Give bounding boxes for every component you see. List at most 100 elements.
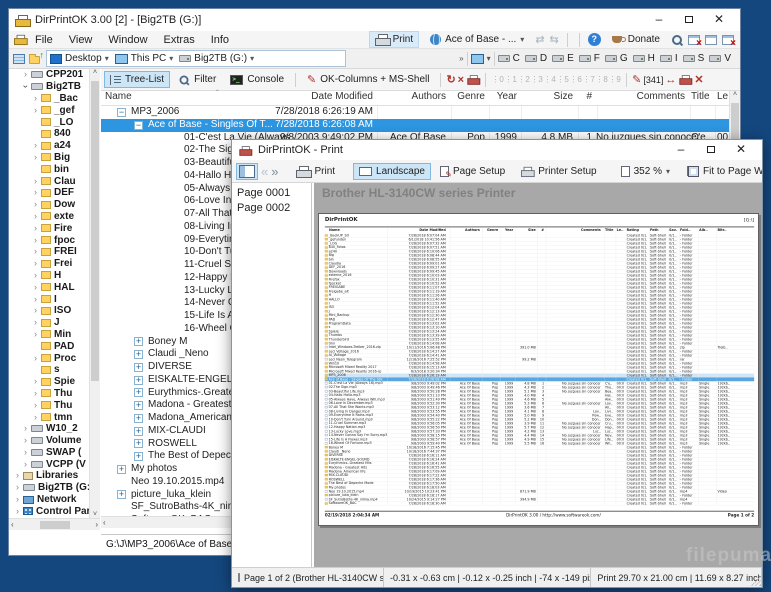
expand-box-icon[interactable]: + <box>134 388 143 397</box>
column-title[interactable]: Title <box>691 91 713 105</box>
tree-item[interactable]: › Spie <box>9 376 99 388</box>
fit-mode-dropdown[interactable]: Fit to Page Wi...▾ <box>682 163 762 180</box>
expand-box-icon[interactable]: + <box>134 427 143 436</box>
page-list-item[interactable]: Page 0001 <box>237 186 311 201</box>
tree-item[interactable]: bin <box>9 163 99 175</box>
clear-icon[interactable]: × <box>458 74 464 86</box>
expander-icon[interactable]: › <box>31 354 40 363</box>
expander-icon[interactable]: › <box>21 82 30 91</box>
column-preset-button[interactable]: ⋮6 <box>569 75 582 84</box>
previous-page-icon[interactable]: « <box>261 164 268 179</box>
columns-layout-icon[interactable] <box>13 54 25 64</box>
expander-icon[interactable]: › <box>13 483 22 492</box>
column-date[interactable]: Date Modified <box>261 91 373 105</box>
tree-item[interactable]: › Frei <box>9 258 99 270</box>
tree-item[interactable]: › Fire <box>9 222 99 234</box>
column-comments[interactable]: Comments <box>596 91 685 105</box>
console-button[interactable]: Console <box>224 71 290 88</box>
printer-setup-button[interactable]: Printer Setup <box>514 163 602 180</box>
expander-icon[interactable]: › <box>21 70 30 79</box>
expander-icon[interactable]: › <box>13 507 22 516</box>
print-button[interactable]: Print <box>369 31 420 48</box>
delete-icon[interactable]: ✕ <box>694 73 703 86</box>
tree-list-toggle[interactable]: Tree-List <box>104 71 170 88</box>
print-red-icon[interactable] <box>680 75 691 84</box>
expander-icon[interactable]: › <box>21 436 30 445</box>
tree-item[interactable]: › H <box>9 270 99 282</box>
close-all-windows-icon[interactable] <box>722 35 734 45</box>
maximize-button[interactable] <box>674 10 704 30</box>
expand-box-icon[interactable]: + <box>134 439 143 448</box>
this-pc-dropdown[interactable]: This PC▾ <box>115 53 174 64</box>
drive-button[interactable]: H <box>633 53 655 64</box>
expander-icon[interactable]: › <box>31 224 40 233</box>
expand-box-icon[interactable]: + <box>134 414 143 423</box>
column-genre[interactable]: Genre <box>451 91 485 105</box>
print-minimize-button[interactable]: – <box>666 140 696 160</box>
drive-button[interactable]: S <box>683 53 705 64</box>
tree-item[interactable]: PAD <box>9 340 99 352</box>
tree-item[interactable]: › SWAP ( <box>9 447 99 459</box>
tree-item[interactable]: › Dow <box>9 199 99 211</box>
page-setup-button[interactable]: Page Setup <box>434 163 511 180</box>
print-close-button[interactable]: ✕ <box>726 140 756 160</box>
tree-item[interactable]: › J <box>9 317 99 329</box>
resize-grip[interactable] <box>751 576 761 586</box>
tree-item[interactable]: › Volume <box>9 435 99 447</box>
tree-item[interactable]: › Big <box>9 152 99 164</box>
column-preset-button[interactable]: ⋮3 <box>530 75 543 84</box>
tree-item[interactable]: › DEF <box>9 187 99 199</box>
tree-item[interactable]: › VCPP (V <box>9 458 99 470</box>
tree-item[interactable]: › _gef <box>9 104 99 116</box>
filter-button[interactable]: Filter <box>172 71 222 89</box>
expander-icon[interactable]: › <box>31 318 40 327</box>
desktop-dropdown[interactable]: Desktop▾ <box>50 53 109 64</box>
expander-icon[interactable]: › <box>31 389 40 398</box>
window-icon[interactable] <box>705 35 717 45</box>
column-preset-button[interactable]: ⋮9 <box>608 75 621 84</box>
refresh-icon[interactable]: ↻ <box>446 73 455 86</box>
column-authors[interactable]: Authors <box>381 91 446 105</box>
expand-box-icon[interactable]: − <box>134 121 143 130</box>
expand-box-icon[interactable]: − <box>117 108 126 117</box>
drive-button[interactable]: D <box>525 53 547 64</box>
expander-icon[interactable]: › <box>31 177 40 186</box>
tree-item[interactable]: › ISO <box>9 305 99 317</box>
file-row[interactable]: − MP3_2006 7/28/2018 6:26:19 AM <box>101 106 729 119</box>
close-button[interactable]: ✕ <box>704 10 734 30</box>
ok-columns-button[interactable]: ✎OK-Columns + MS-Shell <box>301 71 435 88</box>
expander-icon[interactable]: › <box>31 200 40 209</box>
close-window-icon[interactable] <box>688 35 700 45</box>
donate-button[interactable]: Donate <box>606 31 666 48</box>
expander-icon[interactable]: › <box>31 306 40 315</box>
expand-box-icon[interactable]: + <box>134 350 143 359</box>
column-preset-button[interactable]: ⋮1 <box>504 75 517 84</box>
file-row[interactable]: − Ace of Base - Singles Of T... 7/28/201… <box>101 119 729 132</box>
overflow-chevron-icon[interactable]: » <box>459 54 463 63</box>
sidebar-toggle-button[interactable] <box>236 163 258 180</box>
expand-box-icon[interactable]: + <box>134 452 143 461</box>
expander-icon[interactable]: › <box>31 212 40 221</box>
expander-icon[interactable]: › <box>13 471 22 480</box>
tree-item[interactable]: › a24 <box>9 140 99 152</box>
print-list-icon[interactable] <box>468 75 479 84</box>
column-size[interactable]: Size <box>521 91 573 105</box>
drive-button[interactable]: I <box>660 53 678 64</box>
minimize-button[interactable]: – <box>644 10 674 30</box>
tree-item[interactable]: › Thu <box>9 388 99 400</box>
expand-box-icon[interactable]: + <box>117 490 126 499</box>
expander-icon[interactable]: › <box>31 283 40 292</box>
tree-item[interactable]: s <box>9 364 99 376</box>
expand-box-icon[interactable]: + <box>117 465 126 474</box>
tree-item[interactable]: › W10_2 <box>9 423 99 435</box>
tree-item[interactable]: › Min <box>9 329 99 341</box>
expander-icon[interactable]: › <box>31 330 40 339</box>
tree-item[interactable]: › Big2TB (G: <box>9 482 99 494</box>
print-now-button[interactable]: Print <box>290 163 341 180</box>
tree-horizontal-scrollbar[interactable]: ‹› <box>9 518 100 530</box>
column-preset-button[interactable]: ⋮7 <box>582 75 595 84</box>
expander-icon[interactable]: › <box>31 153 40 162</box>
expander-icon[interactable]: › <box>31 188 40 197</box>
drive-button[interactable]: G <box>605 53 628 64</box>
expander-icon[interactable]: › <box>13 495 22 504</box>
